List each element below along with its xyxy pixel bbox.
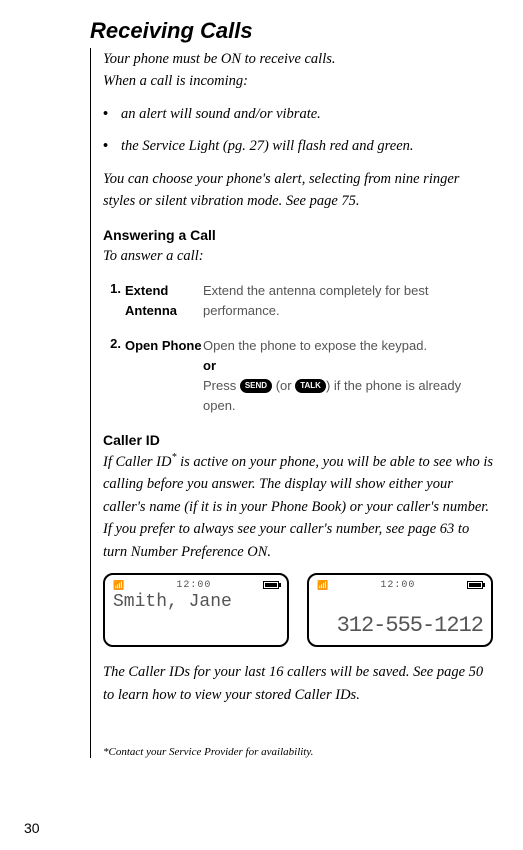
step-number: 1.: [103, 281, 125, 321]
asterisk-icon: *: [171, 452, 176, 463]
step-description: Extend the antenna completely for best p…: [203, 281, 493, 321]
page-number: 30: [24, 820, 40, 836]
display-caller-number: 312-555-1212: [317, 613, 483, 638]
answering-lead: To answer a call:: [103, 245, 493, 267]
step-description: Open the phone to expose the keypad. or …: [203, 336, 493, 417]
bullet-list: • an alert will sound and/or vibrate. • …: [103, 103, 493, 158]
step-desc-line2b: (or: [272, 378, 295, 393]
send-key-icon: SEND: [240, 379, 272, 393]
phone-display-number: 📶 12:00 312-555-1212: [307, 573, 493, 647]
step-desc-or: or: [203, 356, 493, 376]
bullet-text: the Service Light (pg. 27) will flash re…: [121, 135, 414, 157]
callerid-heading: Caller ID: [103, 432, 493, 448]
footnote: *Contact your Service Provider for avail…: [103, 746, 493, 758]
bullet-item: • the Service Light (pg. 27) will flash …: [103, 135, 493, 157]
intro-line-1: Your phone must be ON to receive calls.: [103, 48, 493, 70]
bullet-dot-icon: •: [103, 135, 121, 157]
step-number: 2.: [103, 336, 125, 417]
answering-heading: Answering a Call: [103, 227, 493, 243]
signal-icon: 📶: [317, 580, 329, 591]
section-heading: Receiving Calls: [90, 18, 493, 44]
callerid-body: If Caller ID* is active on your phone, y…: [103, 450, 493, 563]
section-content: Your phone must be ON to receive calls. …: [90, 48, 493, 758]
display-statusbar: 📶 12:00: [113, 579, 279, 591]
bullet-text: an alert will sound and/or vibrate.: [121, 103, 321, 125]
display-caller-name: Smith, Jane: [113, 592, 279, 612]
step-label: Extend Antenna: [125, 281, 203, 321]
battery-icon: [263, 581, 279, 589]
step-row: 2. Open Phone Open the phone to expose t…: [103, 336, 493, 417]
step-desc-line1: Open the phone to expose the keypad.: [203, 338, 427, 353]
step-row: 1. Extend Antenna Extend the antenna com…: [103, 281, 493, 321]
intro-line-2: When a call is incoming:: [103, 70, 493, 92]
talk-key-icon: TALK: [295, 379, 326, 393]
display-statusbar: 📶 12:00: [317, 579, 483, 591]
bullet-item: • an alert will sound and/or vibrate.: [103, 103, 493, 125]
phone-displays: 📶 12:00 Smith, Jane 📶 12:00 312-555-1212: [103, 573, 493, 647]
display-time: 12:00: [176, 580, 211, 591]
step-list: 1. Extend Antenna Extend the antenna com…: [103, 281, 493, 416]
step-label: Open Phone: [125, 336, 203, 417]
signal-icon: 📶: [113, 580, 125, 591]
bullet-dot-icon: •: [103, 103, 121, 125]
display-time: 12:00: [380, 580, 415, 591]
callerid-tail: The Caller IDs for your last 16 callers …: [103, 661, 493, 706]
battery-icon: [467, 581, 483, 589]
step-desc-line2a: Press: [203, 378, 240, 393]
intro-paragraph: You can choose your phone's alert, selec…: [103, 168, 493, 213]
phone-display-name: 📶 12:00 Smith, Jane: [103, 573, 289, 647]
